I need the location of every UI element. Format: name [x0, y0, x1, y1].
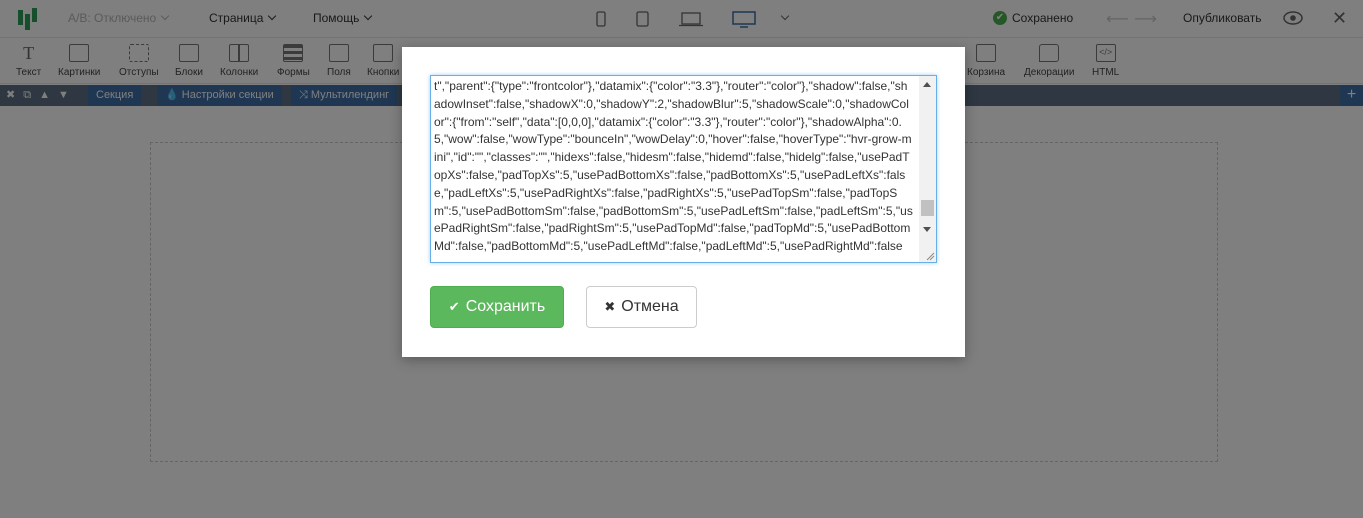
cancel-button[interactable]: ✖ Отмена — [586, 286, 697, 328]
save-button-label: Сохранить — [465, 298, 546, 315]
scroll-down-arrow-icon[interactable] — [923, 227, 931, 232]
cancel-button-label: Отмена — [621, 298, 679, 315]
code-textarea[interactable]: t","parent":{"type":"frontcolor"},"datam… — [430, 75, 937, 263]
editor-app: A/B: Отключено Страница Помощь ✔ Сохране… — [0, 0, 1363, 518]
close-icon: ✖ — [604, 299, 616, 314]
code-edit-modal: t","parent":{"type":"frontcolor"},"datam… — [402, 47, 965, 357]
code-textarea-content[interactable]: t","parent":{"type":"frontcolor"},"datam… — [431, 76, 916, 262]
save-button[interactable]: ✔ Сохранить — [430, 286, 564, 328]
textarea-scrollbar[interactable] — [919, 76, 936, 262]
resize-grip-icon[interactable] — [925, 251, 935, 261]
scroll-up-arrow-icon[interactable] — [923, 82, 931, 87]
check-icon: ✔ — [448, 299, 460, 314]
scroll-thumb[interactable] — [921, 200, 934, 216]
